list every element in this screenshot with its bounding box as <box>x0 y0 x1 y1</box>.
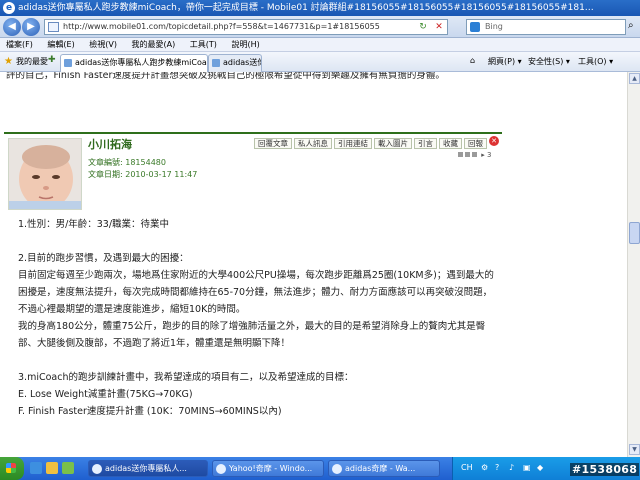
menu-file[interactable]: 檔案(F) <box>0 38 39 52</box>
floor-arrow-icon: ▸ <box>481 151 485 159</box>
window-title-bar: e adidas送你專屬私人跑步教練miCoach，帶你一起完成目標 - Mob… <box>0 0 640 16</box>
menu-edit[interactable]: 編輯(E) <box>41 38 80 52</box>
window-title: adidas送你專屬私人跑步教練miCoach，帶你一起完成目標 - Mobil… <box>18 3 598 13</box>
post-paragraph: E. Lose Weight減重計畫(75KG→70KG) <box>18 389 193 400</box>
private-message-button[interactable]: 私人訊息 <box>294 138 332 149</box>
tab-favicon-icon <box>64 59 72 67</box>
forward-icon[interactable]: ▶ <box>22 18 40 36</box>
post-paragraph: 我的身高180公分，體重75公斤，跑步的目的除了增強肺活量之外，最大的目的是希望… <box>18 321 486 349</box>
add-favorite-icon[interactable]: ✚ <box>48 55 60 67</box>
post-actions: 回覆文章 私人訊息 引用連結 載入圖片 引言 收藏 回報 ✕ <box>254 136 499 149</box>
url-input[interactable]: http://www.mobile01.com/topicdetail.php?… <box>44 19 448 35</box>
folder-quicklaunch-icon[interactable] <box>46 462 58 474</box>
start-button[interactable] <box>0 457 24 480</box>
page-icon <box>48 22 59 32</box>
tab-label: adidas送你專屬私人跑步教練miCoach，帶你一起... <box>75 58 207 67</box>
menu-bar: 檔案(F) 編輯(E) 檢視(V) 我的最愛(A) 工具(T) 說明(H) <box>0 38 640 52</box>
bing-icon <box>470 22 480 32</box>
back-icon[interactable]: ◀ <box>3 18 21 36</box>
menu-tools[interactable]: 工具(T) <box>184 38 223 52</box>
post-body: 1.性別：男/年齡：33/職業：待業中 2.目前的跑步習慣，及遇到最大的困擾： … <box>18 216 498 420</box>
post-paragraph: 3.miCoach的跑步訓練計畫中，我希望達成的項目有二，以及希望達成的目標： <box>18 372 354 383</box>
font-size-icon[interactable] <box>465 152 470 157</box>
search-icon[interactable]: ⌕ <box>628 20 634 31</box>
task-label: adidas奇摩 - Wa... <box>345 464 416 473</box>
report-button[interactable]: 回報 <box>464 138 487 149</box>
ie-icon <box>216 464 226 474</box>
ie-quicklaunch-icon[interactable] <box>30 462 42 474</box>
search-placeholder: Bing <box>485 22 503 31</box>
favorites-star-icon[interactable]: ★ <box>4 56 13 67</box>
tray-network-icon[interactable]: ▣ <box>523 463 531 472</box>
post-paragraph: F. Finish Faster速度提升計畫 (10K：70MINS→60MIN… <box>18 406 282 417</box>
floor-number: 3 <box>486 151 492 159</box>
post-paragraph: 2.目前的跑步習慣，及遇到最大的困擾： <box>18 253 189 264</box>
go-icon[interactable]: ↻ <box>416 20 430 34</box>
author-name[interactable]: 小川拓海 <box>88 136 132 152</box>
task-item-adidas[interactable]: adidas送你專屬私人... <box>88 460 208 477</box>
tray-help-icon[interactable]: ? <box>495 463 499 472</box>
url-text: http://www.mobile01.com/topicdetail.php?… <box>63 22 380 31</box>
post-id-label: 文章編號: <box>88 158 123 167</box>
app-quicklaunch-icon[interactable] <box>62 462 74 474</box>
post-divider <box>4 132 502 134</box>
task-item-adidas-2[interactable]: adidas奇摩 - Wa... <box>328 460 440 477</box>
tray-volume-icon[interactable]: ♪ <box>509 463 514 472</box>
post-paragraph: 目前固定每週至少跑兩次，場地爲住家附近的大學400公尺PU操場，每次跑步距離爲2… <box>18 270 494 315</box>
favorites-label[interactable]: 我的最愛 <box>16 56 48 67</box>
stop-icon[interactable]: ✕ <box>432 20 446 34</box>
close-icon[interactable]: ✕ <box>489 136 499 146</box>
ie-icon: e <box>3 2 15 14</box>
taskbar: adidas送你專屬私人... Yahoo!奇摩 - Windo... adid… <box>0 457 640 480</box>
address-bar: ◀ ▶ http://www.mobile01.com/topicdetail.… <box>0 16 640 38</box>
search-input[interactable]: Bing <box>466 19 626 35</box>
load-images-button[interactable]: 載入圖片 <box>374 138 412 149</box>
page-menu[interactable]: 網頁(P) ▾ <box>488 56 522 67</box>
post-paragraph: 1.性別：男/年齡：33/職業：待業中 <box>18 219 170 230</box>
safety-menu[interactable]: 安全性(S) ▾ <box>528 56 570 67</box>
language-indicator[interactable]: CH <box>461 463 473 472</box>
avatar <box>8 138 82 210</box>
menu-favorites[interactable]: 我的最愛(A) <box>126 38 182 52</box>
windows-logo-icon <box>6 463 16 473</box>
reply-button[interactable]: 回覆文章 <box>254 138 292 149</box>
tab-favicon-icon <box>212 59 220 67</box>
tab-inactive[interactable]: adidas送你專屬私人跑步教練miCoach，帶你一起... <box>208 54 262 72</box>
quote-link-button[interactable]: 引用連結 <box>334 138 372 149</box>
tray-shield-icon[interactable]: ◆ <box>537 463 543 472</box>
image-id-watermark: #1538068 <box>570 463 640 476</box>
post-date: 2010-03-17 11:47 <box>125 170 198 179</box>
post-date-line: 文章日期: 2010-03-17 11:47 <box>88 169 197 180</box>
page-content: 評的自己，Finish Faster速度提升計畫想突破及挑戰自己的極限希望從中得… <box>0 72 627 457</box>
quote-button[interactable]: 引言 <box>414 138 437 149</box>
intro-text: 評的自己，Finish Faster速度提升計畫想突破及挑戰自己的極限希望從中得… <box>6 72 445 81</box>
scroll-up-icon[interactable]: ▲ <box>629 73 640 84</box>
tray-settings-icon[interactable]: ⚙ <box>481 463 488 472</box>
scroll-thumb[interactable] <box>629 222 640 244</box>
task-label: Yahoo!奇摩 - Windo... <box>229 464 313 473</box>
font-size-icon[interactable] <box>458 152 463 157</box>
font-size-icon[interactable] <box>472 152 477 157</box>
home-icon[interactable]: ⌂ <box>470 56 475 65</box>
ie-icon <box>332 464 342 474</box>
task-item-yahoo[interactable]: Yahoo!奇摩 - Windo... <box>212 460 324 477</box>
favorites-bar: ★ 我的最愛 ✚ adidas送你專屬私人跑步教練miCoach，帶你一起...… <box>0 52 640 72</box>
scroll-down-icon[interactable]: ▼ <box>629 444 640 455</box>
post-id: 18154480 <box>125 158 166 167</box>
tab-label: adidas送你專屬私人跑步教練miCoach，帶你一起... <box>223 58 261 67</box>
tools-menu[interactable]: 工具(O) ▾ <box>578 56 613 67</box>
ie-icon <box>92 464 102 474</box>
menu-view[interactable]: 檢視(V) <box>83 38 123 52</box>
tab-active[interactable]: adidas送你專屬私人跑步教練miCoach，帶你一起... <box>60 54 208 72</box>
post-id-line: 文章編號: 18154480 <box>88 157 166 168</box>
menu-help[interactable]: 說明(H) <box>225 38 265 52</box>
vertical-scrollbar[interactable]: ▲ ▼ <box>627 72 640 457</box>
post-date-label: 文章日期: <box>88 170 123 179</box>
bookmark-button[interactable]: 收藏 <box>439 138 462 149</box>
task-label: adidas送你專屬私人... <box>105 464 187 473</box>
post-floor-controls: ▸ 3 <box>458 151 491 159</box>
